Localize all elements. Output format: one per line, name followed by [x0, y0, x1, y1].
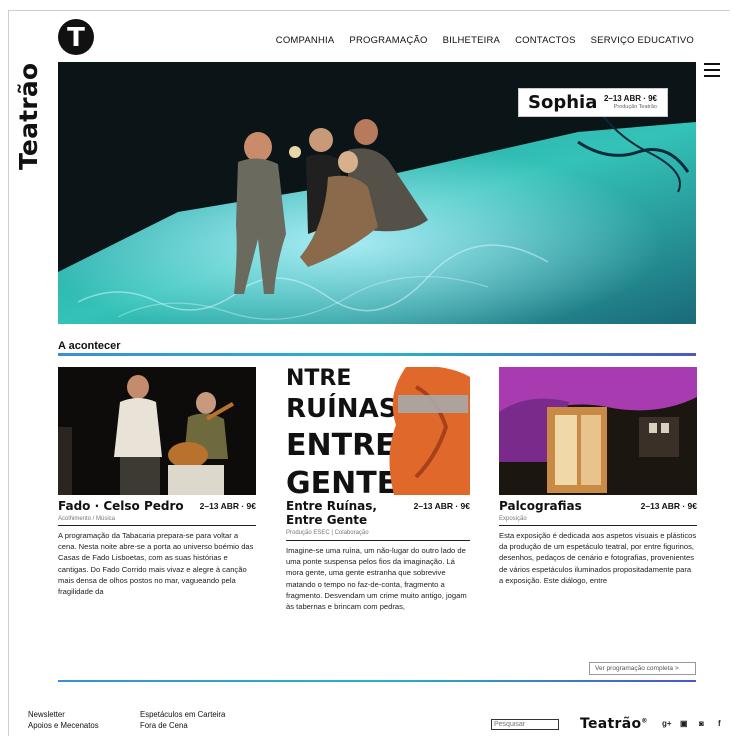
event-title[interactable]: Fado · Celso Pedro [58, 499, 193, 514]
event-image[interactable]: NTRE RUÍNAS, ENTRE GENTE [286, 367, 470, 495]
footer-links-col1: Newsletter Apoios e Mecenatos [28, 710, 99, 732]
hero-info-box[interactable]: Sophia 2–13 ABR · 9€ Produção Teatrão [518, 88, 668, 117]
poster-text-line: RUÍNAS, [286, 392, 407, 424]
nav-item-contactos[interactable]: CONTACTOS [515, 35, 576, 46]
hero-date: 2–13 ABR · 9€ [603, 94, 657, 103]
event-category: Exposição [499, 516, 527, 522]
event-image[interactable] [499, 367, 697, 495]
poster-text-line: GENTE [286, 466, 397, 495]
section-title: A acontecer [58, 340, 121, 352]
event-title[interactable]: Palcografias [499, 499, 582, 514]
event-illustration-fado [58, 367, 256, 495]
event-category: Acolhimento / Música [58, 516, 116, 522]
google-plus-icon[interactable]: g+ [662, 719, 672, 728]
event-card[interactable]: NTRE RUÍNAS, ENTRE GENTE Entre Ruínas, E… [286, 367, 470, 611]
event-image[interactable] [58, 367, 256, 495]
footer-brand[interactable]: Teatrão® [580, 716, 648, 732]
footer-divider [58, 680, 696, 682]
footer-link-carteira[interactable]: Espetáculos em Carteira [140, 710, 225, 721]
event-description: Esta exposição é dedicada aos aspetos vi… [499, 531, 697, 585]
poster-text-line: ENTRE [286, 428, 396, 463]
facebook-icon[interactable]: f [718, 719, 721, 728]
footer-links-col2: Espetáculos em Carteira Fora de Cena [140, 710, 225, 732]
logo-letter: T [67, 22, 85, 53]
full-program-button[interactable]: Ver programação completa > [589, 662, 696, 675]
event-illustration-palcografias [499, 367, 697, 495]
event-date: 2–13 ABR · 9€ [413, 501, 470, 511]
search-input[interactable] [491, 719, 559, 730]
event-card[interactable]: Fado · Celso Pedro 2–13 ABR · 9€ Acolhim… [58, 367, 256, 596]
event-date: 2–13 ABR · 9€ [199, 501, 256, 511]
vertical-brand-name: Teatrão [14, 62, 43, 170]
footer-link-apoios[interactable]: Apoios e Mecenatos [28, 721, 99, 732]
event-card[interactable]: Palcografias 2–13 ABR · 9€ Exposição Est… [499, 367, 697, 585]
event-description: Imagine-se uma ruína, um não-lugar do ou… [286, 546, 467, 612]
hamburger-menu-icon[interactable] [704, 63, 720, 77]
poster-text-line: NTRE [286, 367, 351, 391]
footer-link-fora-de-cena[interactable]: Fora de Cena [140, 721, 225, 732]
event-divider [499, 525, 697, 526]
event-divider [58, 525, 256, 526]
nav-item-servico-educativo[interactable]: SERVIÇO EDUCATIVO [591, 35, 694, 46]
section-divider [58, 353, 696, 356]
event-poster-entre-ruinas: NTRE RUÍNAS, ENTRE GENTE [286, 367, 470, 495]
hero-subtitle: Produção Teatrão [613, 104, 657, 110]
hero-title: Sophia [528, 92, 598, 113]
main-nav: COMPANHIA PROGRAMAÇÃO BILHETEIRA CONTACT… [276, 35, 694, 46]
nav-item-programacao[interactable]: PROGRAMAÇÃO [349, 35, 427, 46]
nav-item-companhia[interactable]: COMPANHIA [276, 35, 335, 46]
event-category: Produção ESEC | Colaboração [286, 530, 369, 536]
event-date: 2–13 ABR · 9€ [640, 501, 697, 511]
registered-mark: ® [641, 717, 648, 725]
nav-item-bilheteira[interactable]: BILHETEIRA [443, 35, 500, 46]
footer-link-newsletter[interactable]: Newsletter [28, 710, 99, 721]
event-description: A programação da Tabacaria prepara-se pa… [58, 531, 254, 597]
logo[interactable]: T [58, 19, 94, 55]
footer-brand-name: Teatrão [580, 716, 642, 732]
event-divider [286, 540, 470, 541]
youtube-icon[interactable]: ▣ [680, 719, 688, 728]
event-title[interactable]: Entre Ruínas, Entre Gente [286, 499, 406, 528]
instagram-icon[interactable]: ◙ [699, 719, 704, 728]
